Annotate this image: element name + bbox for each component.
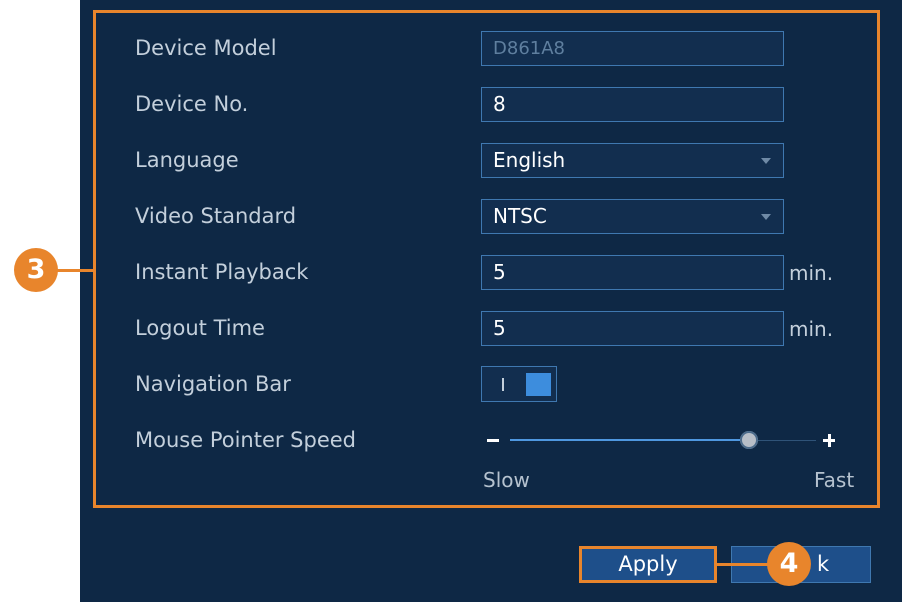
navigation-bar-label: Navigation Bar — [135, 372, 291, 396]
speed-slider-fill — [510, 439, 749, 441]
device-no-label: Device No. — [135, 92, 249, 116]
video-standard-select[interactable]: NTSC — [481, 199, 784, 234]
back-button-label: k — [817, 552, 830, 576]
instant-playback-unit: min. — [789, 261, 834, 285]
instant-playback-input[interactable]: 5 — [481, 255, 784, 290]
instant-playback-label: Instant Playback — [135, 260, 309, 284]
callout-4-badge: 4 — [767, 542, 811, 586]
slider-thumb-icon[interactable] — [739, 431, 758, 449]
device-no-input[interactable]: 8 — [481, 87, 784, 122]
apply-button[interactable]: Apply — [579, 546, 717, 583]
device-model-field: D861A8 — [481, 31, 784, 66]
navigation-bar-toggle[interactable] — [481, 366, 557, 402]
slider-slow-label: Slow — [483, 468, 530, 492]
language-select[interactable]: English — [481, 143, 784, 178]
language-value: English — [493, 148, 566, 172]
device-model-label: Device Model — [135, 36, 277, 60]
mouse-pointer-speed-label: Mouse Pointer Speed — [135, 428, 357, 452]
slider-plus-icon-vertical — [828, 434, 831, 447]
video-standard-value: NTSC — [493, 204, 547, 228]
video-standard-label: Video Standard — [135, 204, 297, 228]
callout-3-badge: 3 — [14, 248, 58, 292]
callout-3-connector — [56, 269, 96, 272]
slider-fast-label: Fast — [814, 468, 855, 492]
logout-time-unit: min. — [789, 317, 834, 341]
language-label: Language — [135, 148, 239, 172]
logout-time-label: Logout Time — [135, 316, 265, 340]
slider-minus-icon[interactable] — [487, 439, 499, 442]
callout-4-connector — [714, 563, 770, 566]
toggle-on-mark-icon — [502, 378, 504, 391]
toggle-knob — [526, 373, 551, 396]
logout-time-input[interactable]: 5 — [481, 311, 784, 346]
